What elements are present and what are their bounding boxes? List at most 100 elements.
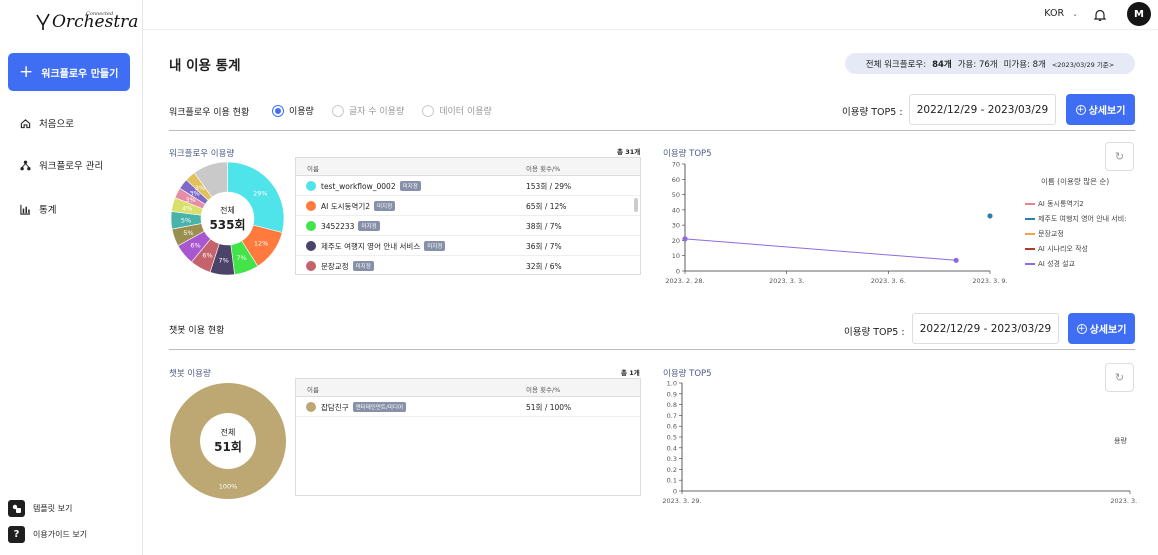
workflow-refresh-button[interactable]: ↻ xyxy=(1105,142,1134,171)
table-row[interactable]: 문장교정 미지정 32회 / 6% xyxy=(296,256,640,274)
workflow-table-total: 총 31개 xyxy=(617,148,641,156)
plus-icon: + xyxy=(19,61,34,82)
series-line xyxy=(684,238,957,261)
color-swatch xyxy=(306,402,316,412)
row-name: 제주도 여행지 영어 안내 서비스 미지정 xyxy=(321,241,446,252)
logo-mark-icon xyxy=(36,13,50,30)
table-scrollbar[interactable] xyxy=(634,198,638,212)
donut-slice-label: 6% xyxy=(202,251,212,259)
table-header-count: 이용 횟수/% xyxy=(526,165,561,173)
row-count: 32회 / 6% xyxy=(526,262,562,271)
nav-item-statistics[interactable]: 통계 xyxy=(20,202,56,216)
color-swatch xyxy=(306,201,316,211)
legend-items: AI 동시통역기2 제주도 여행지 영어 안내 서비: 문장교정 AI 시나리오 작성… xyxy=(1025,196,1127,271)
summary-inactive: 미가용: 8개 xyxy=(1003,59,1046,70)
table-row[interactable]: 제주도 여행지 영어 안내 서비스 미지정 36회 / 7% xyxy=(296,236,640,256)
legend-swatch xyxy=(1025,232,1035,235)
donut-center-label: 전체 xyxy=(220,205,235,215)
usage-guide-label: 이용가이드 보기 xyxy=(33,530,88,539)
chatbot-donut-chart: 100% 전체 51회 xyxy=(169,383,286,499)
workflow-detail-button[interactable]: + 상세보기 xyxy=(1066,94,1135,125)
logo-sup: Connected xyxy=(86,11,114,17)
y-tick-label: 10 xyxy=(672,252,680,260)
table-header-name: 이름 xyxy=(307,386,319,394)
table-header: 이름 이용 횟수/% xyxy=(296,158,640,176)
language-value: KOR xyxy=(1044,8,1065,19)
top-bar: KOR ⌄ M xyxy=(143,0,1158,30)
workflow-table: 이름 이용 횟수/% test_workflow_0002 미지정 153회 / 2… xyxy=(295,157,641,275)
row-count: 51회 / 100% xyxy=(526,403,572,412)
y-tick-label: 0.8 xyxy=(667,401,677,409)
sidebar: Orchestra Connected + 워크플로우 만들기 처음으로 워크플… xyxy=(0,0,143,555)
table-header-name: 이름 xyxy=(307,165,319,173)
donut-slice-label: 7% xyxy=(218,256,228,264)
language-select[interactable]: KOR ⌄ xyxy=(1044,8,1078,19)
legend-item[interactable]: AI 성경 설교 xyxy=(1025,256,1127,271)
nav-item-workflow-management[interactable]: 워크플로우 관리 xyxy=(20,158,103,172)
legend-item[interactable]: 문장교정 xyxy=(1025,226,1127,241)
chatbot-line-legend: 용량 xyxy=(1114,437,1127,445)
table-row[interactable]: 3452233 미지정 38회 / 7% xyxy=(296,216,640,236)
x-tick-label: 2023. 3. 6. xyxy=(871,277,906,285)
home-icon xyxy=(20,118,31,128)
chatbot-refresh-button[interactable]: ↻ xyxy=(1105,363,1134,392)
avatar[interactable]: M xyxy=(1127,2,1151,26)
app-root: Orchestra Connected + 워크플로우 만들기 처음으로 워크플… xyxy=(0,0,1158,555)
color-swatch xyxy=(306,261,316,271)
legend-label: AI 시나리오 작성 xyxy=(1038,244,1088,253)
legend-item[interactable]: 제주도 여행지 영어 안내 서비: xyxy=(1025,211,1127,226)
summary-total-label: 전체 워크플로우: xyxy=(865,59,927,70)
radio-data-usage[interactable]: 데이터 이용량 xyxy=(422,104,492,117)
legend-swatch xyxy=(1025,202,1035,205)
workflow-donut-title: 워크플로우 이용량 xyxy=(169,149,235,159)
y-tick-label: 1.0 xyxy=(667,380,677,388)
table-header-count: 이용 횟수/% xyxy=(526,386,561,394)
summary-total-value: 84개 xyxy=(932,59,952,70)
table-row[interactable]: test_workflow_0002 미지정 153회 / 29% xyxy=(296,176,640,196)
x-tick-label: 2023. 2. 28. xyxy=(665,277,704,285)
usage-guide-link[interactable]: ? 이용가이드 보기 xyxy=(8,526,87,543)
logo[interactable]: Orchestra Connected xyxy=(36,10,138,34)
legend-swatch xyxy=(1025,247,1035,250)
chevron-down-icon: ⌄ xyxy=(1072,10,1078,18)
radio-label: 글자 수 이용량 xyxy=(348,107,405,117)
bell-icon[interactable] xyxy=(1093,8,1107,22)
legend-label: 문장교정 xyxy=(1038,229,1064,238)
chatbot-line-chart: 0 0.1 0.2 0.3 0.4 0.5 0.6 0.7 0.8 0.9 1.0 2023. 3. … xyxy=(662,380,1140,506)
chatbot-donut-title: 챗봇 이용량 xyxy=(169,369,211,379)
radio-character-usage[interactable]: 글자 수 이용량 xyxy=(331,104,405,117)
create-workflow-label: 워크플로우 만들기 xyxy=(41,68,119,80)
table-body: 잡담친구 엔터테인먼트/미디어 51회 / 100% xyxy=(296,397,640,417)
workflow-date-range-input[interactable]: 2022/12/29 - 2023/03/29 xyxy=(909,94,1056,125)
refresh-icon: ↻ xyxy=(1114,371,1125,384)
y-tick-label: 70 xyxy=(672,161,680,169)
radio-usage[interactable]: 이용량 xyxy=(272,104,314,117)
table-header: 이름 이용 횟수/% xyxy=(296,379,640,397)
y-tick-label: 0.9 xyxy=(667,390,677,398)
radio-dot xyxy=(422,104,435,117)
view-templates-link[interactable]: 템플릿 보기 xyxy=(8,500,72,517)
row-count: 153회 / 29% xyxy=(526,182,572,191)
row-count: 36회 / 7% xyxy=(526,242,562,251)
radio-label: 데이터 이용량 xyxy=(439,107,492,117)
table-row[interactable]: AI 도시동역기2 미지정 65회 / 12% xyxy=(296,196,640,216)
row-name: 잡담친구 엔터테인먼트/미디어 xyxy=(321,402,407,413)
chatbot-date-range-input[interactable]: 2022/12/29 - 2023/03/29 xyxy=(912,313,1059,344)
table-row[interactable]: 잡담친구 엔터테인먼트/미디어 51회 / 100% xyxy=(296,397,640,417)
chatbot-detail-button[interactable]: + 상세보기 xyxy=(1068,313,1135,344)
y-tick-label: 0 xyxy=(673,488,677,496)
nav-item-label: 처음으로 xyxy=(39,119,74,130)
create-workflow-button[interactable]: + 워크플로우 만들기 xyxy=(8,53,130,91)
y-tick-label: 0.4 xyxy=(667,444,677,452)
legend-item[interactable]: AI 시나리오 작성 xyxy=(1025,241,1127,256)
plus-circle-icon: + xyxy=(1075,104,1086,115)
row-count: 65회 / 12% xyxy=(526,202,567,211)
plus-circle-icon: + xyxy=(1076,323,1087,334)
bar-chart-icon xyxy=(20,204,31,215)
legend-item[interactable]: AI 동시통역기2 xyxy=(1025,196,1127,211)
nav-item-home[interactable]: 처음으로 xyxy=(20,116,74,130)
category-tag: 미지정 xyxy=(374,201,396,211)
legend-title: 이름 (이용량 많은 순) xyxy=(1041,177,1110,186)
chatbot-top5-label: 이용량 TOP5 : xyxy=(844,327,905,338)
x-tick-label: 2023. 3. 3. xyxy=(769,277,804,285)
